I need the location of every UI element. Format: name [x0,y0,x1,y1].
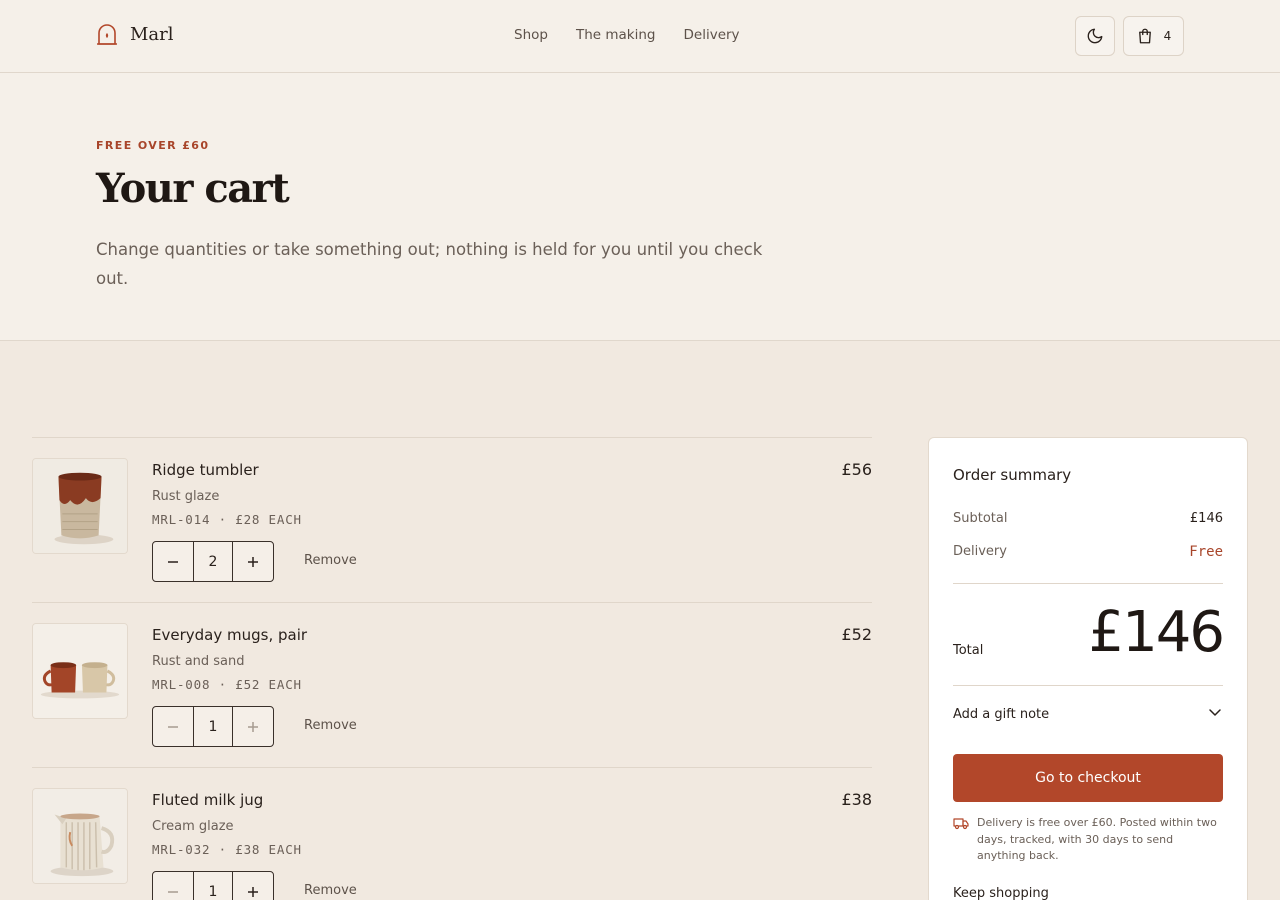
brand-logo[interactable]: Marl [96,22,174,46]
decrease-quantity-button[interactable] [153,872,193,900]
order-summary-title: Order summary [953,466,1072,484]
quantity-stepper: 2 [152,541,274,582]
free-delivery-eyebrow: FREE OVER £60 [96,139,210,152]
brand-name: Marl [130,23,174,45]
summary-divider [953,685,1223,686]
minus-icon [168,890,178,893]
cart-item: Everyday mugs, pair Rust and sand MRL-00… [32,602,872,767]
kiln-icon [96,22,118,46]
item-price: £38 [841,790,872,809]
moon-icon [1086,27,1104,45]
summary-divider [953,583,1223,584]
truck-icon [953,815,969,865]
total-value: £146 [1088,600,1225,665]
shopping-bag-icon [1136,27,1154,45]
plus-icon [248,556,258,567]
gift-note-label: Add a gift note [953,706,1050,722]
quantity-value[interactable]: 1 [193,707,233,746]
item-sku: MRL-032 · £38 EACH [152,842,302,857]
plus-icon [248,886,258,897]
gift-note-toggle[interactable]: Add a gift note [953,704,1223,724]
cart-items-list: Ridge tumbler Rust glaze MRL-014 · £28 E… [32,437,872,900]
cart-count: 4 [1163,29,1172,43]
page-lead: Change quantities or take something out;… [96,240,763,288]
item-sku: MRL-014 · £28 EACH [152,512,302,527]
order-summary-panel: Order summary Subtotal £146 Delivery Fre… [928,437,1248,900]
cart-item: Ridge tumbler Rust glaze MRL-014 · £28 E… [32,437,872,602]
decrease-quantity-button[interactable] [153,707,193,746]
item-variant: Rust glaze [152,489,220,504]
subtotal-label: Subtotal [953,511,1008,526]
item-variant: Rust and sand [152,654,245,669]
total-label: Total [953,643,984,658]
cart-item: Fluted milk jug Cream glaze MRL-032 · £3… [32,767,872,900]
delivery-note: Delivery is free over £60. Posted within… [953,815,1223,865]
page-title: Your cart [96,165,290,212]
remove-item-button[interactable]: Remove [304,718,357,733]
nav-delivery[interactable]: Delivery [684,27,740,43]
cart-main: Ridge tumbler Rust glaze MRL-014 · £28 E… [0,341,1280,900]
delivery-row: Delivery Free [953,544,1223,560]
decrease-quantity-button[interactable] [153,542,193,581]
item-variant: Cream glaze [152,819,234,834]
item-sku: MRL-008 · £52 EACH [152,677,302,692]
quantity-value[interactable]: 1 [193,872,233,900]
minus-icon [168,725,178,728]
item-price: £52 [841,625,872,644]
item-name[interactable]: Fluted milk jug [152,791,263,809]
keep-shopping-link[interactable]: Keep shopping [953,886,1049,900]
delivery-value: Free [1189,544,1223,560]
quantity-value[interactable]: 2 [193,542,233,581]
chevron-down-icon [1207,704,1223,724]
product-image-fluted-milk-jug[interactable] [32,788,128,884]
increase-quantity-button[interactable] [233,707,273,746]
item-name[interactable]: Everyday mugs, pair [152,626,307,644]
remove-item-button[interactable]: Remove [304,883,357,898]
subtotal-value: £146 [1189,511,1223,526]
cart-hero: FREE OVER £60 Your cart Change quantitie… [0,73,1280,341]
increase-quantity-button[interactable] [233,872,273,900]
checkout-button[interactable]: Go to checkout [953,754,1223,802]
minus-icon [168,560,178,563]
item-name[interactable]: Ridge tumbler [152,461,259,479]
nav-the-making[interactable]: The making [576,27,656,43]
subtotal-row: Subtotal £146 [953,511,1223,526]
increase-quantity-button[interactable] [233,542,273,581]
delivery-label: Delivery [953,544,1007,559]
product-image-everyday-mugs[interactable] [32,623,128,719]
quantity-stepper: 1 [152,871,274,900]
cart-button[interactable]: 4 [1123,16,1184,56]
product-image-ridge-tumbler[interactable] [32,458,128,554]
delivery-note-text: Delivery is free over £60. Posted within… [977,816,1217,862]
plus-icon [248,721,258,732]
theme-toggle-button[interactable] [1075,16,1115,56]
site-header: Marl Shop The making Delivery 4 [0,0,1280,73]
nav-shop[interactable]: Shop [514,27,548,43]
main-nav: Shop The making Delivery [514,27,740,43]
item-price: £56 [841,460,872,479]
quantity-stepper: 1 [152,706,274,747]
remove-item-button[interactable]: Remove [304,553,357,568]
